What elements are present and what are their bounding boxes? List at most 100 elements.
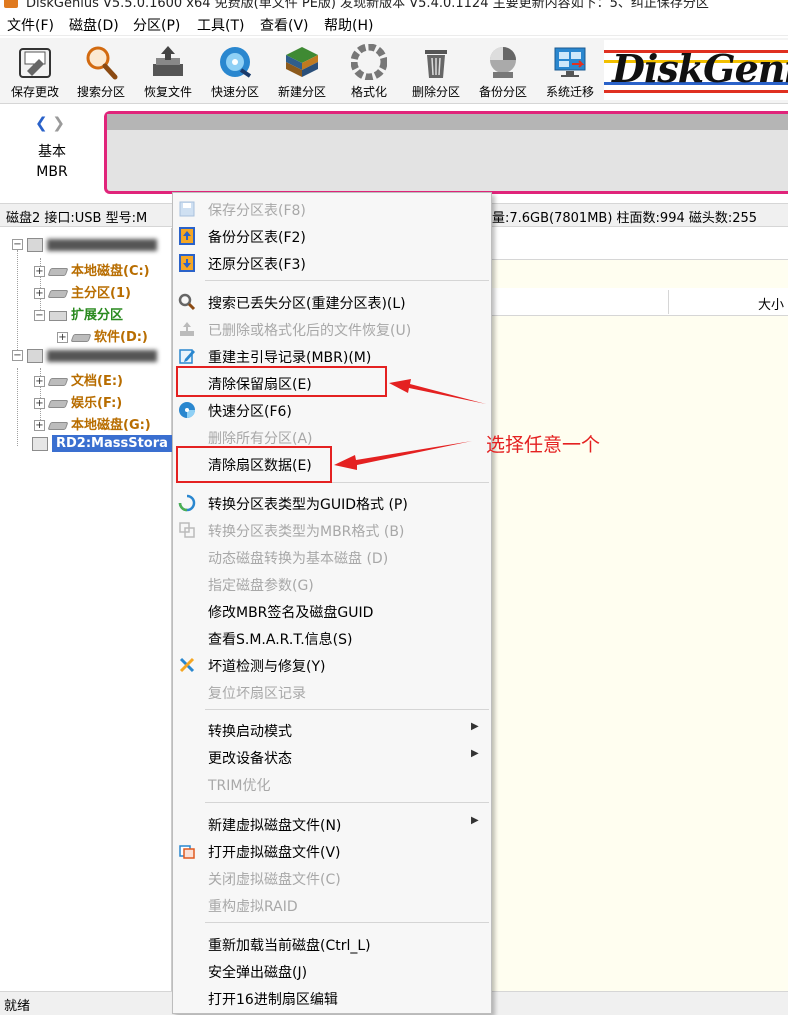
partition-drive-icon bbox=[47, 377, 69, 386]
size-column-header[interactable]: 大小 bbox=[758, 294, 784, 313]
new-partition-icon bbox=[286, 47, 318, 77]
expand-icon[interactable]: + bbox=[57, 332, 68, 343]
search-icon bbox=[178, 293, 196, 311]
new-partition-button[interactable]: 新建分区 bbox=[267, 38, 337, 104]
partition-drive-icon bbox=[47, 267, 69, 276]
tree-disk-rd2[interactable]: RD2:MassStora bbox=[32, 435, 172, 456]
prev-disk-icon[interactable]: ❮ bbox=[35, 114, 48, 132]
disk-info-left: 磁盘2 接口:USB 型号:M bbox=[6, 211, 148, 226]
submenu-arrow-icon: ▶ bbox=[471, 721, 479, 732]
magnifier-icon bbox=[86, 46, 118, 80]
expand-icon[interactable]: + bbox=[34, 266, 45, 277]
disk-partition-bar[interactable] bbox=[104, 111, 788, 194]
tree-disk-1[interactable]: − bbox=[12, 348, 157, 368]
hard-disk-icon bbox=[27, 237, 43, 252]
toolbar-label: 格式化 bbox=[350, 85, 387, 99]
menu-item-change-device-state[interactable]: 更改设备状态 ▶ bbox=[173, 743, 491, 770]
hard-disk-icon bbox=[27, 348, 43, 363]
menu-item-backup-partition-table[interactable]: 备份分区表(F2) bbox=[173, 222, 491, 249]
format-button[interactable]: 格式化 bbox=[334, 38, 404, 104]
menu-item-convert-to-mbr[interactable]: 转换分区表类型为MBR格式 (B) bbox=[173, 516, 491, 543]
menu-item-dynamic-to-basic[interactable]: 动态磁盘转换为基本磁盘 (D) bbox=[173, 543, 491, 570]
tree-extended-partition[interactable]: − 扩展分区 bbox=[34, 304, 123, 324]
menu-partition[interactable]: 分区(P) bbox=[133, 15, 180, 35]
menu-item-reset-bad-sector-log[interactable]: 复位坏扇区记录 bbox=[173, 678, 491, 705]
menu-item-rebuild-mbr[interactable]: 重建主引导记录(MBR)(M) bbox=[173, 342, 491, 369]
collapse-icon[interactable]: − bbox=[12, 350, 23, 361]
collapse-icon[interactable]: − bbox=[34, 310, 45, 321]
next-disk-icon[interactable]: ❯ bbox=[52, 114, 65, 132]
recover-files-icon bbox=[180, 322, 194, 336]
system-migration-button[interactable]: 系统迁移 bbox=[535, 38, 605, 104]
save-changes-button[interactable]: 保存更改 bbox=[0, 38, 70, 104]
partition-drive-icon bbox=[47, 421, 69, 430]
menu-item-modify-mbr-signature[interactable]: 修改MBR签名及磁盘GUID bbox=[173, 597, 491, 624]
menu-item-convert-to-guid[interactable]: 转换分区表类型为GUID格式 (P) bbox=[173, 489, 491, 516]
tree-partition-g[interactable]: + 本地磁盘(G:) bbox=[34, 414, 151, 434]
repair-tools-icon bbox=[179, 657, 195, 673]
menu-item-save-partition-table[interactable]: 保存分区表(F8) bbox=[173, 195, 491, 222]
tree-partition-f[interactable]: + 娱乐(F:) bbox=[34, 392, 122, 412]
extended-partition-icon bbox=[49, 310, 67, 321]
highlight-box-clear-reserved bbox=[176, 366, 387, 397]
toolbar-label: 新建分区 bbox=[277, 85, 326, 99]
partition-drive-icon bbox=[47, 399, 69, 408]
recover-files-button[interactable]: 恢复文件 bbox=[133, 38, 203, 104]
menu-item-safe-eject[interactable]: 安全弹出磁盘(J) bbox=[173, 957, 491, 984]
search-partition-button[interactable]: 搜索分区 bbox=[66, 38, 136, 104]
menu-item-open-virtual-disk[interactable]: 打开虚拟磁盘文件(V) bbox=[173, 837, 491, 864]
menu-view[interactable]: 查看(V) bbox=[260, 15, 309, 35]
disk-nav-arrows[interactable]: ❮ ❯ bbox=[35, 114, 65, 132]
tree-partition-d[interactable]: + 软件(D:) bbox=[57, 326, 148, 346]
menu-item-new-virtual-disk[interactable]: 新建虚拟磁盘文件(N) ▶ bbox=[173, 810, 491, 837]
partition-drive-icon bbox=[47, 289, 69, 298]
menu-help[interactable]: 帮助(H) bbox=[324, 15, 373, 35]
menu-item-rebuild-virtual-raid[interactable]: 重构虚拟RAID bbox=[173, 891, 491, 918]
save-icon bbox=[179, 201, 195, 217]
menu-item-trim-optimize[interactable]: TRIM优化 bbox=[173, 770, 491, 797]
selected-disk-label: RD2:MassStora bbox=[52, 435, 172, 452]
menu-tools[interactable]: 工具(T) bbox=[197, 15, 244, 35]
open-virtual-disk-icon bbox=[179, 845, 195, 859]
highlight-box-clear-sector-data bbox=[176, 446, 332, 483]
tree-partition-primary-1[interactable]: + 主分区(1) bbox=[34, 282, 131, 302]
toolbar-label: 保存更改 bbox=[10, 85, 59, 99]
quick-partition-icon bbox=[179, 402, 195, 418]
restore-table-icon bbox=[179, 254, 195, 272]
menu-item-quick-partition[interactable]: 快速分区(F6) bbox=[173, 396, 491, 423]
menu-item-restore-partition-table[interactable]: 还原分区表(F3) bbox=[173, 249, 491, 276]
disk-tree: − + 本地磁盘(C:) + 主分区(1) − 扩展分区 + 软件(D:) − + 文档(… bbox=[0, 228, 172, 991]
expand-icon[interactable]: + bbox=[34, 398, 45, 409]
menu-item-view-smart[interactable]: 查看S.M.A.R.T.信息(S) bbox=[173, 624, 491, 651]
menu-item-hex-sector-editor[interactable]: 打开16进制扇区编辑 bbox=[173, 984, 491, 1011]
diskgenius-logo: DiskGenius bbox=[604, 40, 788, 100]
menu-bar: 文件(F) 磁盘(D) 分区(P) 工具(T) 查看(V) 帮助(H) bbox=[0, 12, 788, 36]
column-separator[interactable] bbox=[668, 290, 669, 314]
tree-disk-0[interactable]: − bbox=[12, 237, 157, 257]
menu-file[interactable]: 文件(F) bbox=[7, 15, 54, 35]
expand-icon[interactable]: + bbox=[34, 376, 45, 387]
backup-partition-button[interactable]: 备份分区 bbox=[468, 38, 538, 104]
convert-mbr-icon bbox=[179, 522, 195, 538]
expand-icon[interactable]: + bbox=[34, 420, 45, 431]
collapse-icon[interactable]: − bbox=[12, 239, 23, 250]
menu-item-specify-disk-params[interactable]: 指定磁盘参数(G) bbox=[173, 570, 491, 597]
menu-item-close-virtual-disk[interactable]: 关闭虚拟磁盘文件(C) bbox=[173, 864, 491, 891]
menu-item-convert-boot-mode[interactable]: 转换启动模式 ▶ bbox=[173, 716, 491, 743]
menu-item-file-recovery[interactable]: 已删除或格式化后的文件恢复(U) bbox=[173, 315, 491, 342]
annotation-text: 选择任意一个 bbox=[486, 434, 601, 456]
tree-partition-e[interactable]: + 文档(E:) bbox=[34, 370, 123, 390]
tree-partition-c[interactable]: + 本地磁盘(C:) bbox=[34, 260, 150, 280]
menu-item-reload-disk[interactable]: 重新加载当前磁盘(Ctrl_L) bbox=[173, 930, 491, 957]
expand-icon[interactable]: + bbox=[34, 288, 45, 299]
delete-partition-button[interactable]: 删除分区 bbox=[401, 38, 471, 104]
menu-disk[interactable]: 磁盘(D) bbox=[69, 15, 119, 35]
toolbar-label: 快速分区 bbox=[210, 85, 259, 99]
format-icon bbox=[351, 44, 387, 80]
menu-separator bbox=[205, 922, 489, 923]
quick-partition-button[interactable]: 快速分区 bbox=[200, 38, 270, 104]
menu-item-bad-sector-repair[interactable]: 坏道检测与修复(Y) bbox=[173, 651, 491, 678]
disk-bar-header bbox=[107, 114, 788, 130]
menu-item-search-lost-partitions[interactable]: 搜索已丢失分区(重建分区表)(L) bbox=[173, 288, 491, 315]
submenu-arrow-icon: ▶ bbox=[471, 815, 479, 826]
